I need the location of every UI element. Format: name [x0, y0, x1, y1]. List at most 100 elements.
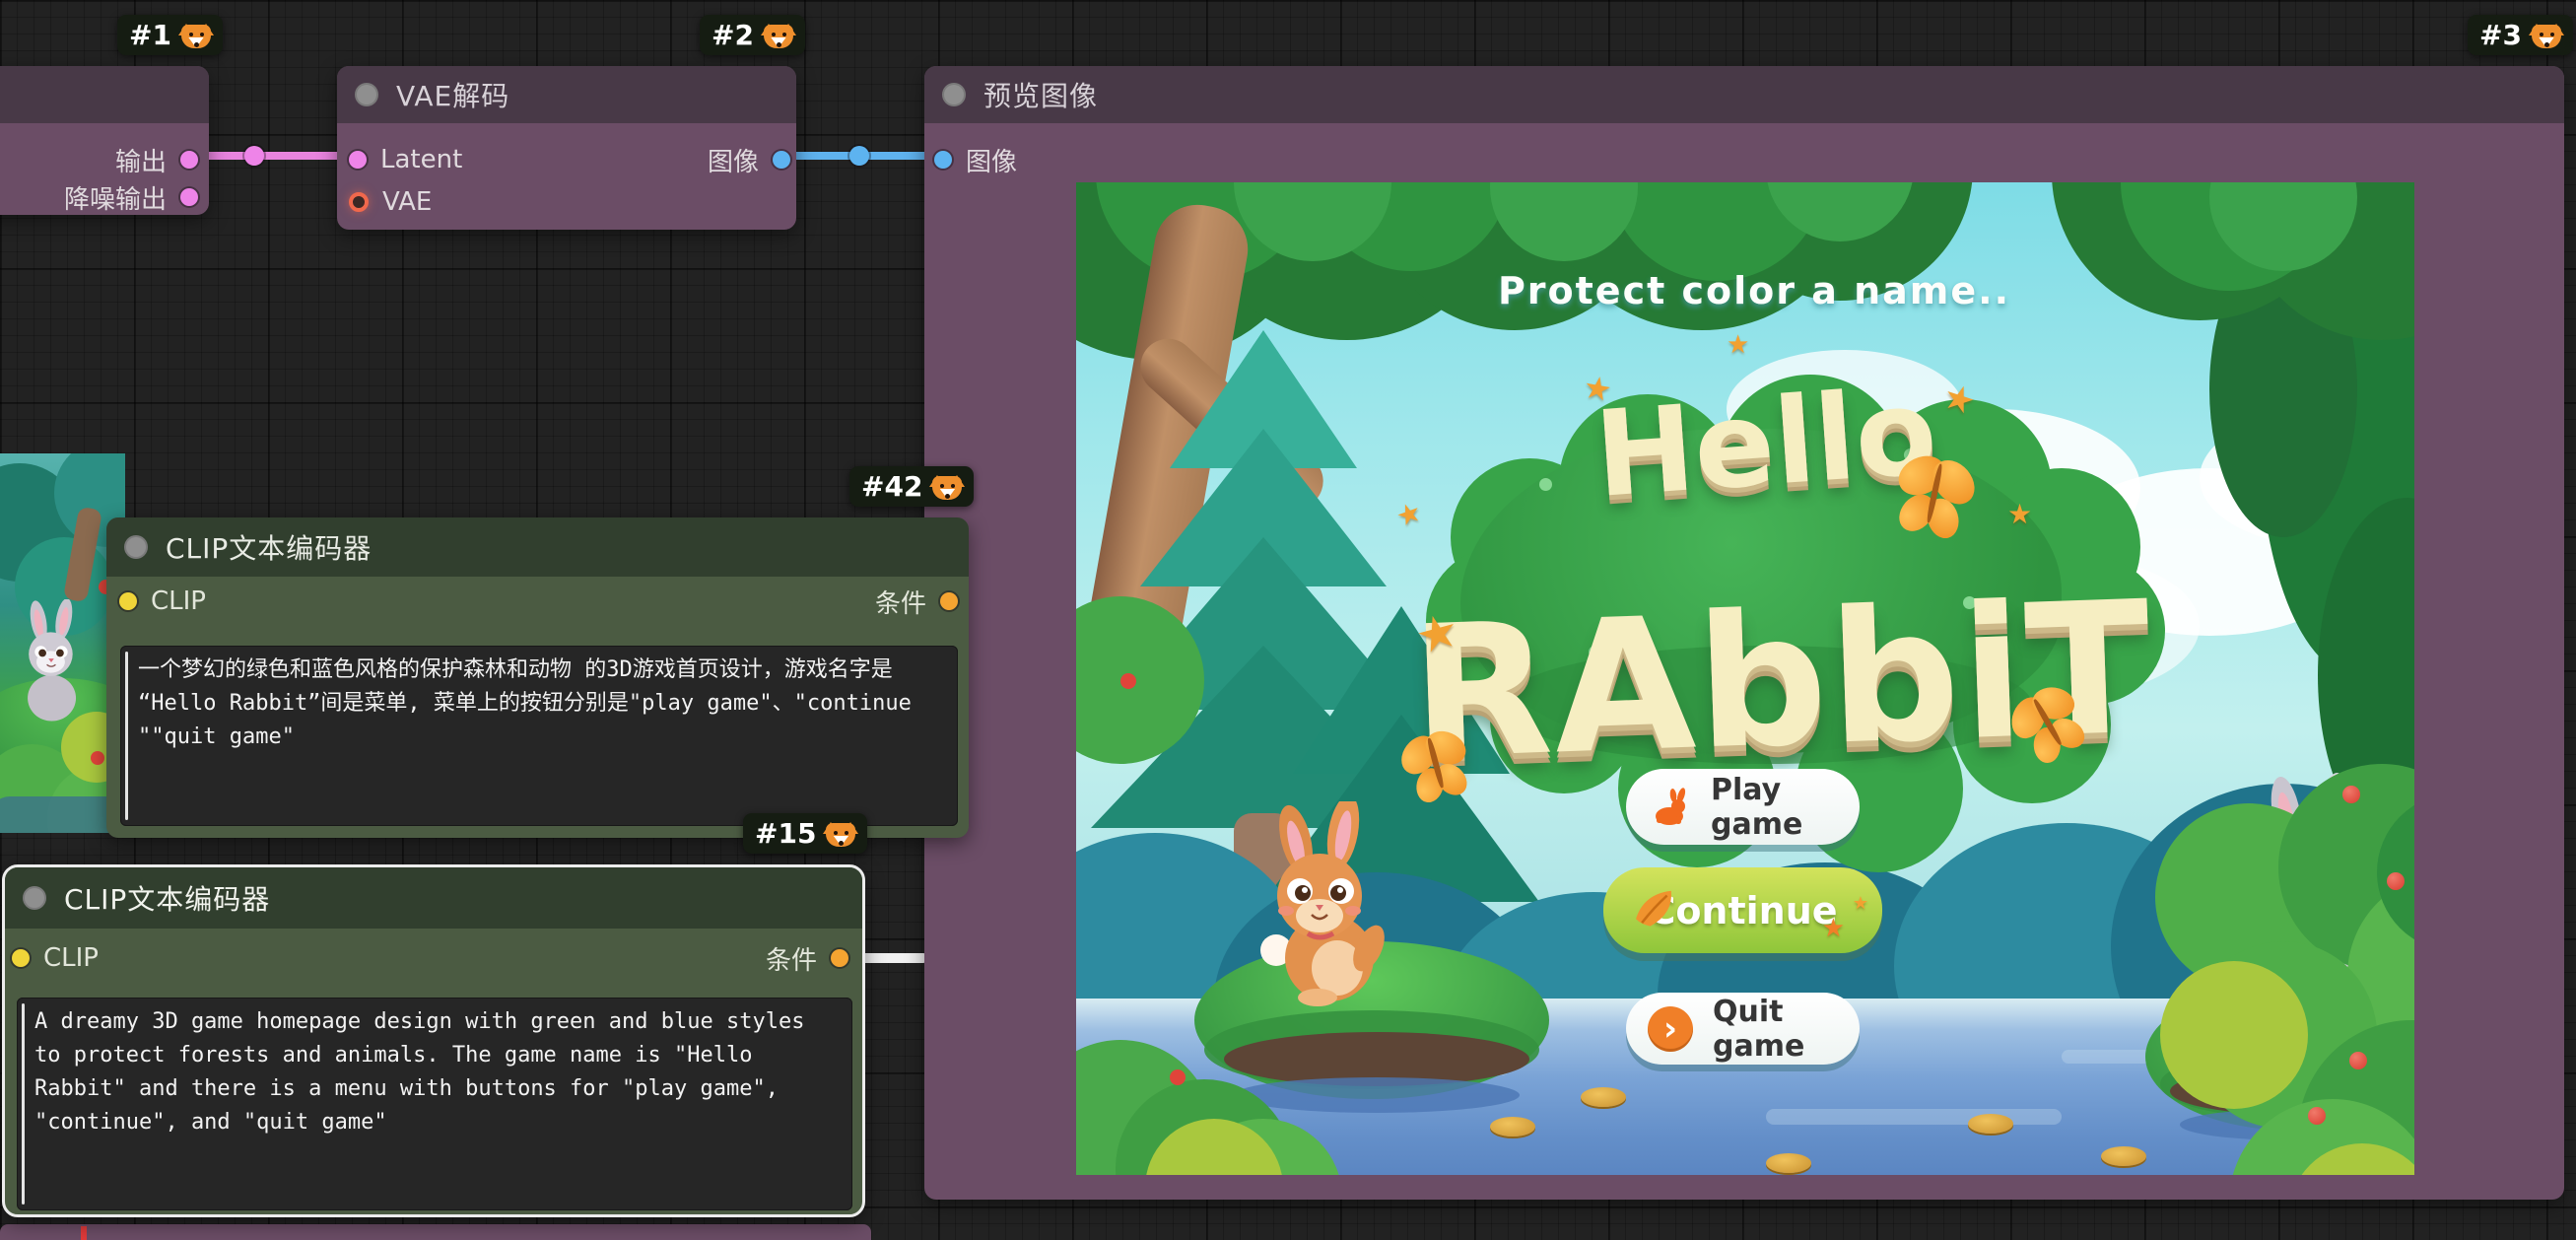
node-sampler-partial[interactable]: 输出 降噪输出: [0, 66, 209, 215]
berry: [1120, 673, 1136, 689]
input-image[interactable]: 图像: [934, 142, 1017, 177]
orange-rabbit-character: [1260, 801, 1385, 1006]
node-title: CLIP文本编码器: [166, 532, 373, 565]
text-caret: [22, 1003, 25, 1205]
status-dot[interactable]: [23, 886, 46, 910]
text-caret: [125, 652, 128, 820]
node-clip-encoder-42[interactable]: CLIP文本编码器 CLIP 条件 一个梦幻的绿色和蓝色风格的保护森林和动物 的…: [106, 517, 969, 838]
output-conditioning[interactable]: 条件: [875, 584, 958, 619]
coin: [1968, 1114, 2013, 1134]
port-label: CLIP: [151, 586, 206, 616]
rabbit-icon: [1656, 787, 1686, 825]
node-badge-2: #2: [700, 15, 805, 55]
node-header[interactable]: [0, 66, 209, 123]
input-clip[interactable]: CLIP: [12, 940, 99, 976]
node-title: 预览图像: [983, 80, 1099, 112]
node-title: VAE解码: [396, 80, 510, 112]
game-button-label: Play game: [1711, 772, 1803, 842]
prompt-text: 一个梦幻的绿色和蓝色风格的保护森林和动物 的3D游戏首页设计，游戏名字是 “He…: [138, 657, 912, 749]
status-dot[interactable]: [124, 535, 148, 559]
gray-rabbit-small: [28, 599, 77, 722]
berry: [2387, 872, 2405, 890]
port-label: VAE: [382, 187, 433, 217]
node-preview-image[interactable]: 预览图像 图像 Protect color a name.. Hello RAb…: [924, 66, 2564, 1200]
berry: [91, 751, 104, 765]
badge-number: #15: [755, 817, 817, 850]
chevron-right-icon: ›: [1648, 1005, 1693, 1052]
star-icon: ★: [2007, 498, 2033, 530]
port-dot-output[interactable]: [180, 151, 198, 169]
port-label: CLIP: [43, 943, 99, 973]
star-icon: ★: [1580, 367, 1615, 410]
port-dot-latent[interactable]: [349, 151, 367, 169]
star-icon: ★: [1727, 330, 1750, 360]
port-dot-conditioning[interactable]: [940, 592, 958, 610]
node-header[interactable]: CLIP文本编码器: [5, 867, 862, 929]
berry: [2308, 1107, 2326, 1125]
node-vae-decode[interactable]: VAE解码 Latent VAE 图像: [337, 66, 796, 230]
node-graph-canvas[interactable]: 预览图像 图像 Protect color a name.. Hello RAb…: [0, 0, 2576, 1240]
output-conditioning[interactable]: 条件: [766, 940, 848, 976]
port-dot-image[interactable]: [934, 151, 952, 169]
badge-number: #1: [129, 19, 171, 51]
badge-number: #3: [2479, 19, 2522, 51]
partial-node-top[interactable]: [0, 1224, 871, 1240]
port-label: 条件: [765, 945, 817, 976]
port-label: 条件: [874, 588, 926, 619]
port-dot-clip[interactable]: [119, 592, 137, 610]
node-title: CLIP文本编码器: [64, 883, 271, 916]
input-vae[interactable]: VAE: [349, 184, 432, 220]
prompt-textarea[interactable]: 一个梦幻的绿色和蓝色风格的保护森林和动物 的3D游戏首页设计，游戏名字是 “He…: [120, 646, 958, 826]
game-logo-line2: RAbbiT: [1407, 561, 2156, 800]
game-preview-image: Protect color a name.. Hello RAbbiT ★ ★ …: [1076, 182, 2414, 1175]
port-label: Latent: [380, 145, 463, 174]
node-clip-encoder-15[interactable]: CLIP文本编码器 CLIP 条件 A dreamy 3D game homep…: [2, 864, 865, 1217]
wire-dot-blue[interactable]: [849, 146, 869, 166]
prompt-text: A dreamy 3D game homepage design with gr…: [34, 1009, 805, 1135]
fox-icon: [177, 23, 214, 48]
game-play-button: Play game: [1626, 769, 1860, 845]
wire-stub: [81, 1226, 87, 1240]
input-clip[interactable]: CLIP: [119, 584, 206, 619]
output-image[interactable]: 图像: [708, 142, 790, 177]
node-badge-15: #15: [743, 813, 868, 854]
output-latent[interactable]: 输出: [115, 142, 198, 177]
wire-dot-pink[interactable]: [244, 146, 264, 166]
butterfly-icon: [1886, 446, 1984, 542]
coin: [1490, 1117, 1535, 1137]
output-denoised[interactable]: 降噪输出: [64, 179, 198, 215]
input-latent[interactable]: Latent: [349, 142, 462, 177]
fox-icon: [823, 821, 859, 847]
node-header[interactable]: CLIP文本编码器: [106, 517, 969, 577]
port-dot-image[interactable]: [773, 151, 790, 169]
node-header[interactable]: VAE解码: [337, 66, 796, 123]
status-dot[interactable]: [942, 83, 966, 106]
berry: [2349, 1052, 2367, 1069]
node-badge-1: #1: [117, 15, 223, 55]
port-label: 图像: [966, 147, 1018, 177]
port-dot-denoised[interactable]: [180, 188, 198, 206]
status-dot[interactable]: [355, 83, 378, 106]
coin: [1766, 1153, 1811, 1173]
berry: [1170, 1069, 1186, 1085]
star-icon: ★: [1852, 893, 1868, 914]
port-dot-vae[interactable]: [349, 192, 369, 212]
fox-icon: [760, 23, 796, 48]
badge-number: #2: [712, 19, 754, 51]
berry: [2342, 786, 2360, 803]
port-dot-conditioning[interactable]: [831, 949, 848, 967]
prompt-textarea[interactable]: A dreamy 3D game homepage design with gr…: [17, 998, 852, 1210]
node-badge-3: #3: [2468, 15, 2573, 55]
port-dot-clip[interactable]: [12, 949, 30, 967]
node-header[interactable]: 预览图像: [924, 66, 2564, 123]
port-label: 输出: [114, 147, 167, 177]
star-icon: ★: [1821, 914, 1845, 943]
port-label: 降噪输出: [63, 184, 167, 215]
game-quit-button: › Quit game: [1626, 993, 1860, 1065]
game-button-label: Quit game: [1713, 994, 1805, 1064]
port-label: 图像: [707, 147, 759, 177]
foreground-bush: [2160, 961, 2308, 1109]
fox-icon: [929, 474, 966, 500]
node-badge-42: #42: [849, 466, 975, 507]
badge-number: #42: [861, 470, 923, 503]
